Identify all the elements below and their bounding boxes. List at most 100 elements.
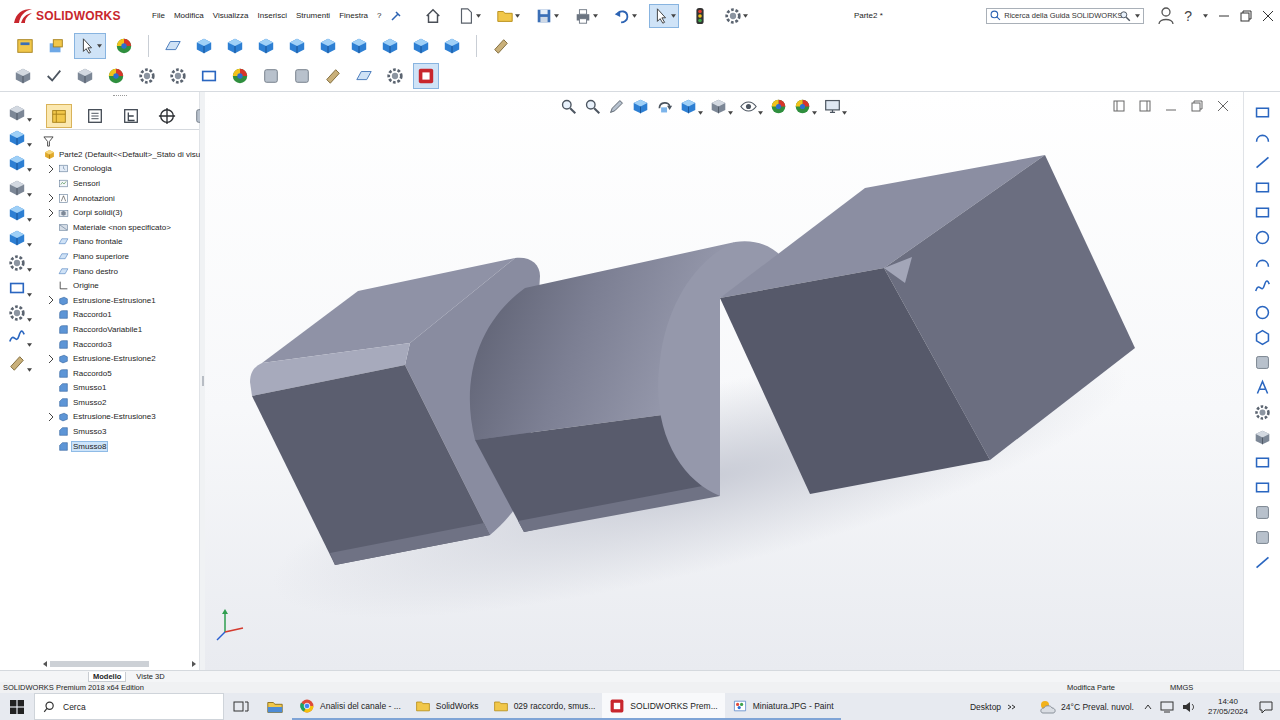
view-button[interactable]: [740, 98, 763, 115]
task-pane-button[interactable]: [1254, 379, 1271, 396]
model-tab[interactable]: Modello: [88, 672, 126, 682]
tree-item[interactable]: Sensori: [43, 176, 199, 191]
command-button[interactable]: [72, 63, 98, 89]
rect-icon[interactable]: [1254, 204, 1271, 221]
filter-icon[interactable]: [43, 136, 54, 147]
split-left-icon[interactable]: [1113, 100, 1125, 112]
gen-icon[interactable]: [1254, 504, 1271, 521]
check-icon[interactable]: [45, 67, 63, 85]
gear-icon[interactable]: [1254, 404, 1271, 421]
task-pane-button[interactable]: [1254, 229, 1271, 246]
command-button[interactable]: [191, 33, 217, 59]
circle-icon[interactable]: [1254, 229, 1271, 246]
cube-icon[interactable]: [8, 154, 26, 172]
task-pane-button[interactable]: [1254, 429, 1271, 446]
origin-icon[interactable]: [58, 280, 69, 291]
extrude-icon[interactable]: [58, 295, 69, 306]
panel-grip[interactable]: [113, 95, 127, 99]
search-caret-icon[interactable]: [1135, 14, 1140, 18]
monitor-icon[interactable]: [824, 98, 841, 115]
tree-filter[interactable]: [40, 130, 199, 147]
task-pane-button[interactable]: [1254, 479, 1271, 496]
cube-icon[interactable]: [257, 37, 275, 55]
extrude-icon[interactable]: [58, 411, 69, 422]
dropdown-caret-icon[interactable]: [593, 14, 598, 18]
cubeg-icon[interactable]: [710, 98, 727, 115]
tree-item[interactable]: Smusso2: [43, 395, 199, 410]
view-caret-icon[interactable]: [698, 111, 703, 115]
zoom-icon[interactable]: [584, 98, 601, 115]
menu-item[interactable]: ?: [377, 11, 381, 20]
command-button[interactable]: [315, 33, 341, 59]
expander[interactable]: [46, 413, 55, 421]
cubeg-icon[interactable]: [76, 67, 94, 85]
file-explorer-button[interactable]: [258, 693, 292, 720]
task-view-button[interactable]: [224, 693, 258, 720]
expand-icon[interactable]: [48, 209, 54, 217]
tool-caret-icon[interactable]: [27, 268, 32, 272]
select-arrow-icon[interactable]: [78, 37, 96, 55]
tool-caret-icon[interactable]: [27, 143, 32, 147]
expander[interactable]: [46, 296, 55, 304]
command-button[interactable]: [111, 33, 137, 59]
tree-item[interactable]: Annotazioni: [43, 191, 199, 206]
command-button[interactable]: [253, 33, 279, 59]
viewport-close-icon[interactable]: [1217, 100, 1229, 112]
gen-icon[interactable]: [1254, 529, 1271, 546]
expander[interactable]: [46, 194, 55, 202]
cube-icon[interactable]: [8, 204, 26, 222]
rect-icon[interactable]: [200, 67, 218, 85]
annotation-icon[interactable]: [58, 193, 69, 204]
left-tool-button[interactable]: [8, 204, 32, 222]
config-icon[interactable]: [122, 107, 140, 125]
viewport-minimize-icon[interactable]: [1165, 100, 1177, 112]
plane-icon[interactable]: [58, 266, 69, 277]
tree-item[interactable]: Smusso1: [43, 381, 199, 396]
view-button[interactable]: [710, 98, 733, 115]
command-button[interactable]: [320, 63, 346, 89]
cube-icon[interactable]: [632, 98, 649, 115]
rect-icon[interactable]: [1254, 179, 1271, 196]
task-pane-button[interactable]: [1254, 104, 1271, 121]
pin-icon[interactable]: [391, 11, 401, 21]
cubeg-icon[interactable]: [14, 67, 32, 85]
menu-item[interactable]: Modifica: [174, 11, 204, 20]
folder-icon[interactable]: [415, 698, 431, 714]
volume-icon[interactable]: [1182, 701, 1196, 713]
ruler-icon[interactable]: [324, 67, 342, 85]
model-tab[interactable]: Viste 3D: [132, 672, 168, 681]
tree-item[interactable]: Smusso3: [43, 424, 199, 439]
expand-icon[interactable]: [48, 165, 54, 173]
toolbar-chevron-icon[interactable]: [1007, 702, 1017, 712]
sphere-icon[interactable]: [231, 67, 249, 85]
opts2-icon[interactable]: [47, 37, 65, 55]
search-icon[interactable]: [1119, 10, 1131, 22]
view-button[interactable]: [680, 98, 703, 115]
cube-icon[interactable]: [319, 37, 337, 55]
cube-icon[interactable]: [412, 37, 430, 55]
task-pane-button[interactable]: [1254, 354, 1271, 371]
command-button[interactable]: [41, 63, 67, 89]
task-pane-button[interactable]: [1254, 554, 1271, 571]
tray-arrow-icon[interactable]: [1144, 703, 1152, 711]
print-icon[interactable]: [574, 7, 592, 25]
task-pane-button[interactable]: [1254, 404, 1271, 421]
gear-icon[interactable]: [724, 7, 742, 25]
expand-icon[interactable]: [48, 194, 54, 202]
command-button[interactable]: [351, 63, 377, 89]
select-tool[interactable]: [74, 33, 106, 59]
plane-icon[interactable]: [164, 37, 182, 55]
expand-icon[interactable]: [48, 413, 54, 421]
task-pane-button[interactable]: [1254, 304, 1271, 321]
expand-icon[interactable]: [48, 355, 54, 363]
command-button[interactable]: [408, 33, 434, 59]
quick-button[interactable]: [721, 4, 751, 28]
ruler-icon[interactable]: [492, 37, 510, 55]
taskbar-app[interactable]: SOLIDWORKS Prem...: [602, 693, 724, 720]
menu-item[interactable]: File: [152, 11, 165, 20]
dropdown-caret-icon[interactable]: [743, 14, 748, 18]
part-icon[interactable]: [44, 149, 55, 160]
restore-icon[interactable]: [1240, 10, 1252, 22]
left-tool-button[interactable]: [8, 304, 32, 322]
zoom-icon[interactable]: [560, 98, 577, 115]
